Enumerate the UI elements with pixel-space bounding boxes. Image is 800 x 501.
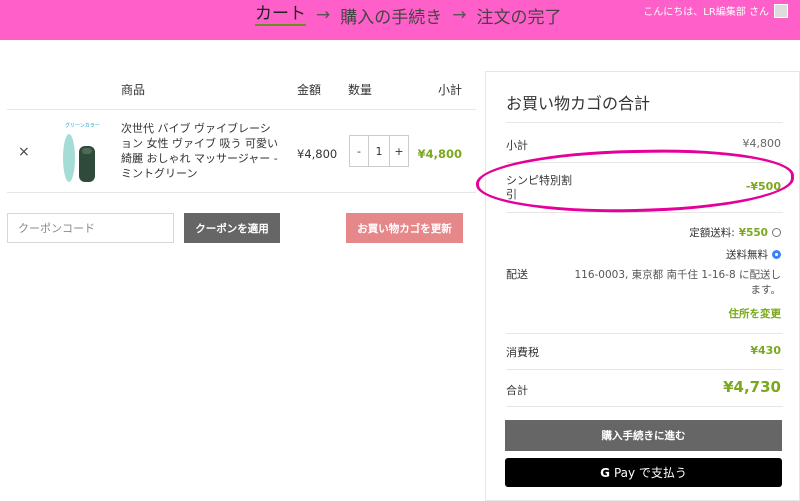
checkout-steps: カート → 購入の手続き → 注文の完了 [255, 0, 562, 30]
update-cart-button[interactable]: お買い物カゴを更新 [346, 213, 463, 243]
divider [506, 212, 783, 213]
shipping-option-flat[interactable]: 定額送料: ¥550 [689, 225, 781, 240]
remove-item-button[interactable]: × [18, 144, 30, 160]
shipping-free-label: 送料無料 [726, 249, 768, 261]
product-name[interactable]: 次世代 バイブ ヴァイブレーション 女性 ヴァイブ 吸う 可愛い 綺麗 おしゃれ… [121, 121, 281, 181]
shipping-free-radio[interactable] [772, 250, 781, 259]
shipping-label: 配送 [506, 268, 528, 281]
gpay-label: Pay で支払う [613, 466, 687, 480]
step-arrow: → [452, 5, 467, 25]
shipping-address: 116-0003, 東京都 南千住 1-16-8 に配送し ます。 [574, 268, 781, 298]
shipping-flat-label: 定額送料: [689, 227, 735, 239]
quantity-stepper: - 1 + [349, 135, 409, 167]
top-bar: カート → 購入の手続き → 注文の完了 こんにちは、LR編集部 さん [0, 0, 800, 40]
header-subtotal: 小計 [437, 83, 462, 97]
table-row: × グリーンカラー 次世代 バイブ ヴァイブレーション 女性 ヴァイブ 吸う 可… [7, 110, 476, 193]
subtotal-value: ¥4,800 [742, 137, 782, 150]
tax-label: 消費税 [506, 346, 539, 359]
greeting-text: こんにちは、LR編集部 さん [643, 7, 769, 18]
change-address-link[interactable]: 住所を変更 [729, 306, 782, 321]
user-greeting[interactable]: こんにちは、LR編集部 さん [643, 3, 788, 18]
address-line1: 116-0003, 東京都 南千住 1-16-8 に配送し [574, 269, 781, 281]
item-subtotal: ¥4,800 [417, 147, 462, 161]
divider [506, 406, 783, 407]
header-price: 金額 [297, 83, 322, 97]
total-value: ¥4,730 [723, 378, 781, 396]
checkout-button[interactable]: 購入手続きに進む [505, 420, 782, 451]
shipping-flat-price: ¥550 [738, 226, 768, 239]
shipping-flat-radio[interactable] [772, 228, 781, 237]
product-thumbnail[interactable]: グリーンカラー [51, 118, 113, 186]
avatar[interactable] [774, 3, 788, 18]
qty-minus-button[interactable]: - [350, 136, 368, 166]
subtotal-label: 小計 [506, 139, 528, 152]
apply-coupon-button[interactable]: クーポンを適用 [184, 213, 280, 243]
step-cart[interactable]: カート [255, 4, 306, 26]
header-product: 商品 [121, 83, 146, 97]
svg-text:グリーンカラー: グリーンカラー [65, 122, 100, 129]
google-icon: G [600, 465, 610, 480]
cart-table-header: 商品 金額 数量 小計 [7, 73, 476, 110]
coupon-input[interactable]: クーポンコード [7, 213, 174, 243]
address-line2: ます。 [750, 284, 781, 296]
divider [506, 333, 783, 334]
qty-input[interactable]: 1 [368, 136, 390, 166]
cart-table: 商品 金額 数量 小計 × グリーンカラー 次世代 バイブ ヴァイブレーション … [7, 73, 476, 193]
google-pay-button[interactable]: G Pay で支払う [505, 458, 782, 487]
divider [506, 369, 783, 370]
step-checkout[interactable]: 購入の手続き [340, 3, 442, 28]
header-qty: 数量 [348, 83, 373, 97]
shipping-option-free[interactable]: 送料無料 [726, 247, 781, 262]
divider [506, 122, 783, 123]
totals-title: お買い物カゴの合計 [506, 94, 651, 113]
step-complete[interactable]: 注文の完了 [477, 3, 562, 28]
step-arrow: → [316, 5, 331, 25]
item-price: ¥4,800 [297, 147, 338, 161]
qty-plus-button[interactable]: + [390, 136, 408, 166]
tax-value: ¥430 [750, 344, 781, 357]
total-label: 合計 [506, 384, 528, 397]
